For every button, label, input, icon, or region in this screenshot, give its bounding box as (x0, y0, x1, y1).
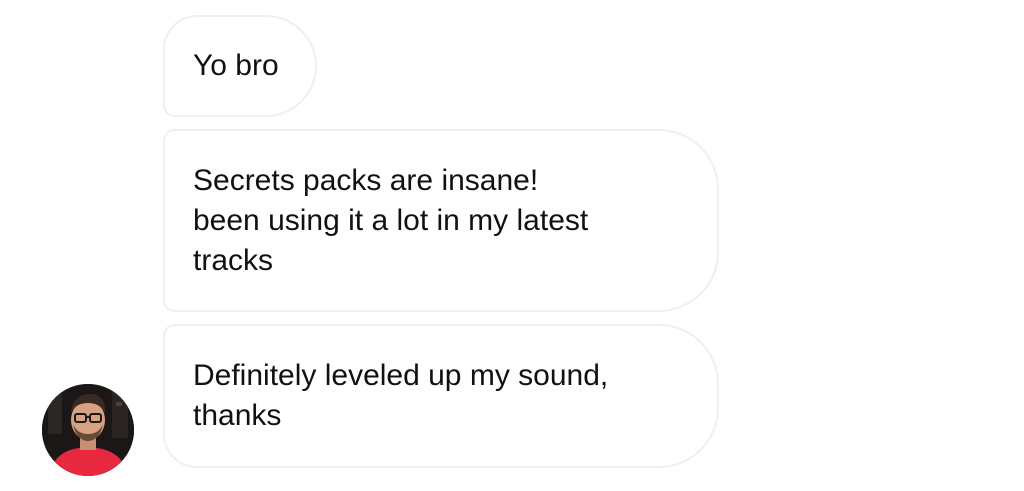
message-bubble[interactable]: Definitely leveled up my sound, thanks (163, 324, 719, 468)
sender-avatar[interactable] (42, 384, 134, 476)
message-text: Secrets packs are insane! been using it … (193, 163, 589, 277)
message-bubble[interactable]: Secrets packs are insane! been using it … (163, 129, 719, 312)
message-bubble[interactable]: Yo bro (163, 15, 317, 117)
message-thread: Yo bro Secrets packs are insane! been us… (0, 0, 1024, 491)
message-text: Definitely leveled up my sound, thanks (193, 359, 609, 432)
profile-photo-icon (42, 384, 134, 476)
message-text: Yo bro (193, 49, 279, 82)
